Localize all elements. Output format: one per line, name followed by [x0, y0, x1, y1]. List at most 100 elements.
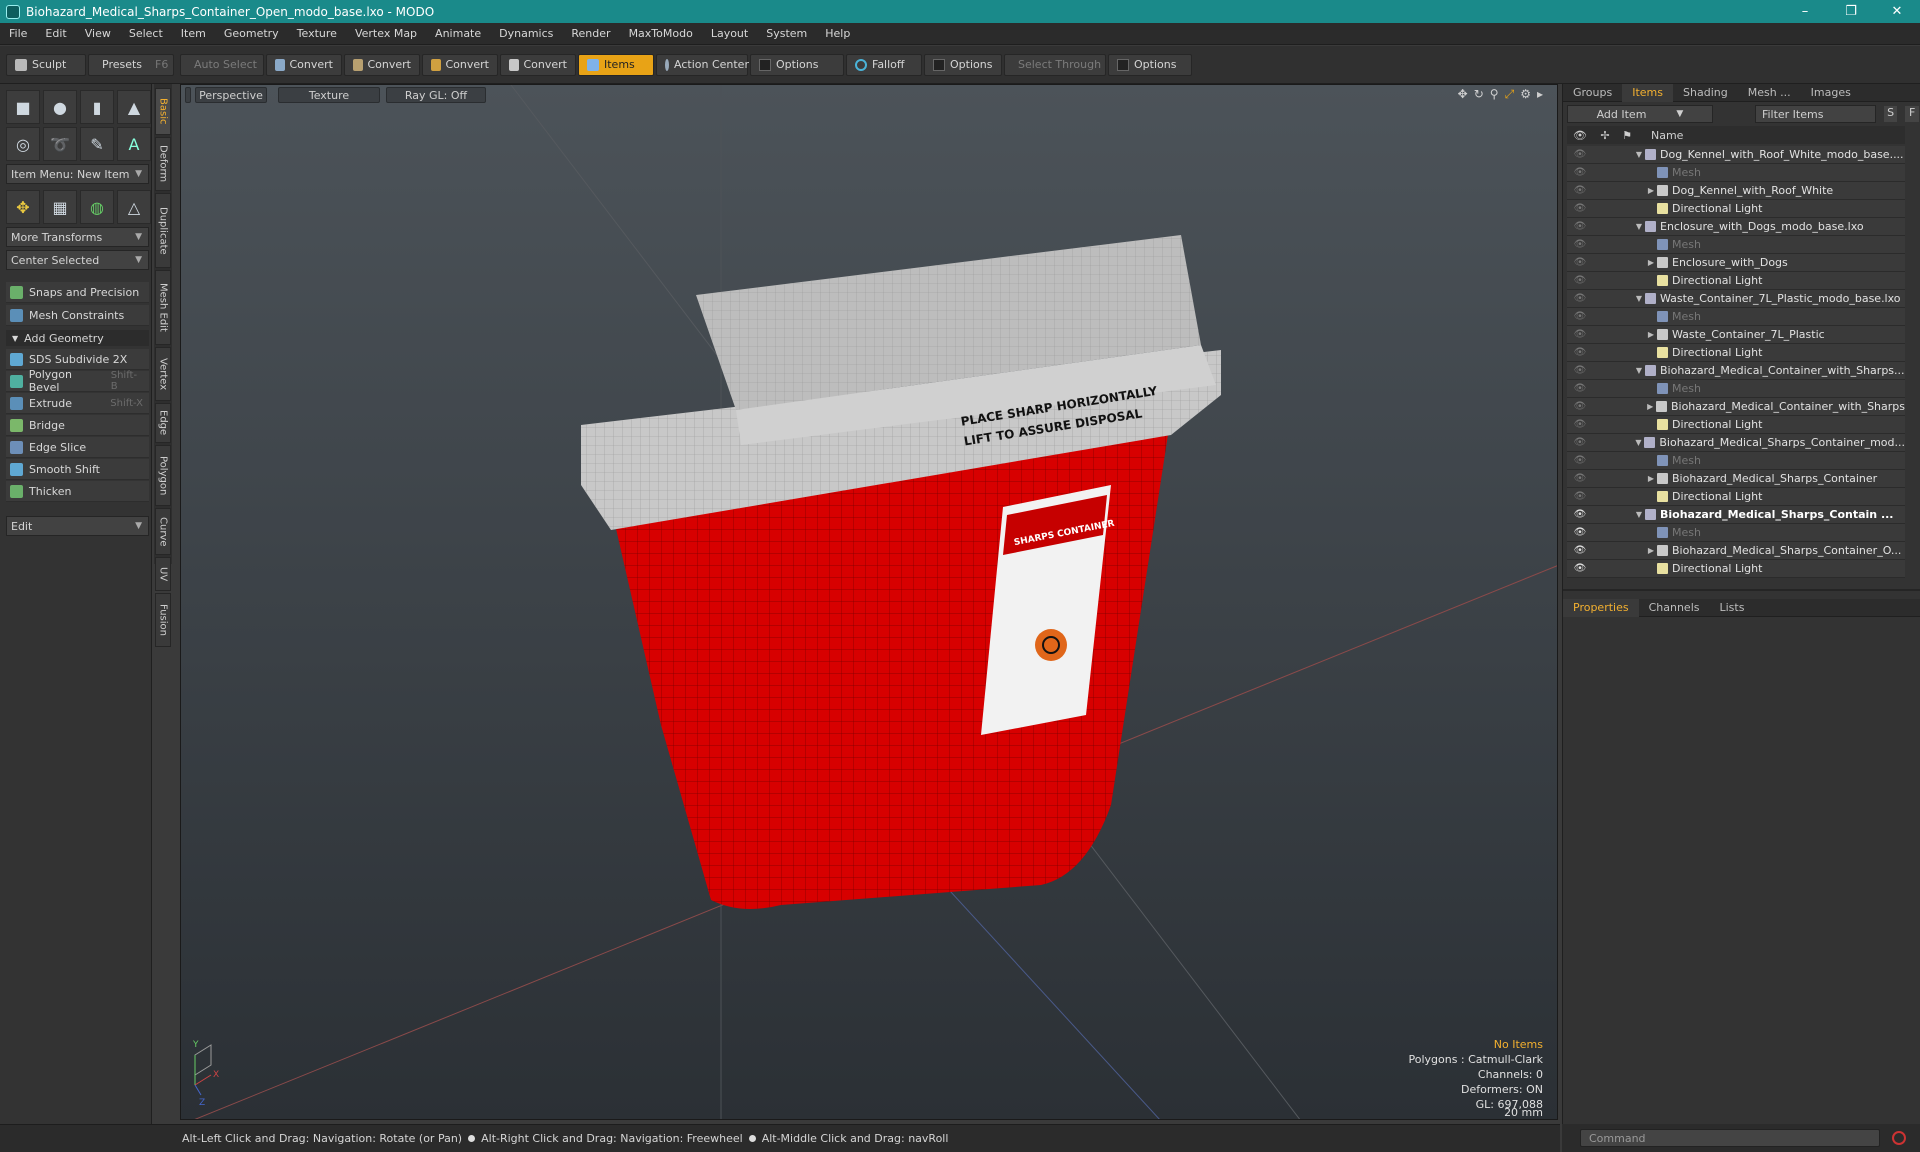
tool-extrude[interactable]: Extrude Shift-X [6, 393, 149, 414]
vtab-edge[interactable]: Edge [155, 403, 171, 443]
item-row[interactable]: 👁 ▶ Biohazard_Medical_Sharps_Container_O..… [1567, 542, 1905, 560]
item-row[interactable]: 👁 Mesh [1567, 308, 1905, 326]
visibility-eye-icon[interactable]: 👁 [1567, 383, 1593, 394]
menu-animate[interactable]: Animate [426, 27, 490, 40]
sculpt-button[interactable]: Sculpt [6, 53, 86, 76]
expand-triangle-icon[interactable]: ▶ [1645, 330, 1657, 339]
item-row[interactable]: 👁 Mesh [1567, 164, 1905, 182]
pyramid-tool-icon[interactable]: △ [117, 190, 151, 224]
item-menu-dropdown[interactable]: Item Menu: New Item ▼ [6, 164, 149, 184]
mesh-constraints-button[interactable]: Mesh Constraints [6, 305, 149, 326]
falloff-button[interactable]: Falloff [846, 53, 922, 76]
tab-groups[interactable]: Groups [1563, 84, 1622, 102]
visibility-eye-icon[interactable]: 👁 [1567, 329, 1593, 340]
menu-file[interactable]: File [0, 27, 36, 40]
tab-images[interactable]: Images [1801, 84, 1861, 102]
tab-mesh-[interactable]: Mesh ... [1738, 84, 1801, 102]
expand-triangle-icon[interactable]: ▼ [1633, 366, 1645, 375]
close-button[interactable]: ✕ [1874, 4, 1920, 19]
visibility-eye-icon[interactable]: 👁 [1567, 167, 1593, 178]
vtab-basic[interactable]: Basic [155, 88, 171, 135]
visibility-eye-icon[interactable]: 👁 [1567, 203, 1593, 214]
text-tool-icon[interactable]: A [117, 127, 151, 161]
item-row[interactable]: 👁 ▼ Biohazard_Medical_Sharps_Container_mod… [1567, 434, 1905, 452]
expand-triangle-icon[interactable]: ▶ [1645, 474, 1657, 483]
visibility-eye-icon[interactable]: 👁 [1567, 491, 1593, 502]
menu-system[interactable]: System [757, 27, 816, 40]
item-row[interactable]: 👁 Mesh [1567, 524, 1905, 542]
uv-grid-tool-icon[interactable]: ▦ [43, 190, 77, 224]
cone-tool-icon[interactable]: ▲ [117, 90, 151, 124]
item-row[interactable]: 👁 Directional Light [1567, 560, 1905, 578]
tool-thicken[interactable]: Thicken [6, 481, 149, 502]
item-row[interactable]: 👁 ▶ Dog_Kennel_with_Roof_White [1567, 182, 1905, 200]
menu-vertex-map[interactable]: Vertex Map [346, 27, 426, 40]
expand-triangle-icon[interactable]: ▼ [1633, 510, 1645, 519]
visibility-eye-icon[interactable]: 👁 [1567, 455, 1593, 466]
item-row[interactable]: 👁 Directional Light [1567, 200, 1905, 218]
convert-button-4[interactable]: Convert [500, 53, 576, 76]
item-row[interactable]: 👁 ▼ Biohazard_Medical_Sharps_Contain ... [1567, 506, 1905, 524]
visibility-eye-icon[interactable]: 👁 [1567, 437, 1593, 448]
item-row[interactable]: 👁 ▼ Biohazard_Medical_Container_with_Sharp… [1567, 362, 1905, 380]
torus-tool-icon[interactable]: ◎ [6, 127, 40, 161]
menu-item[interactable]: Item [172, 27, 215, 40]
expand-triangle-icon[interactable]: ▶ [1645, 546, 1657, 555]
visibility-eye-icon[interactable]: 👁 [1567, 527, 1593, 538]
select-through-button[interactable]: Select Through [1004, 53, 1106, 76]
menu-geometry[interactable]: Geometry [215, 27, 288, 40]
menu-layout[interactable]: Layout [702, 27, 757, 40]
cube-tool-icon[interactable]: ■ [6, 90, 40, 124]
command-input[interactable]: Command [1580, 1129, 1880, 1147]
menu-view[interactable]: View [76, 27, 120, 40]
expand-triangle-icon[interactable]: ▼ [1633, 438, 1645, 447]
visibility-eye-icon[interactable]: 👁 [1567, 185, 1593, 196]
visibility-eye-icon[interactable]: 👁 [1567, 401, 1593, 412]
menu-select[interactable]: Select [120, 27, 172, 40]
menu-edit[interactable]: Edit [36, 27, 75, 40]
convert-button-3[interactable]: Convert [422, 53, 498, 76]
menu-dynamics[interactable]: Dynamics [490, 27, 562, 40]
item-row[interactable]: 👁 Mesh [1567, 452, 1905, 470]
expand-triangle-icon[interactable]: ▶ [1645, 258, 1657, 267]
tab-properties[interactable]: Properties [1563, 598, 1639, 617]
tab-shading[interactable]: Shading [1673, 84, 1738, 102]
f-toggle-button[interactable]: F [1905, 106, 1919, 122]
item-row[interactable]: 👁 ▶ Biohazard_Medical_Sharps_Container [1567, 470, 1905, 488]
visibility-eye-icon[interactable]: 👁 [1567, 239, 1593, 250]
presets-button[interactable]: Presets F6 [88, 53, 174, 76]
vtab-mesh-edit[interactable]: Mesh Edit [155, 270, 171, 345]
convert-button-2[interactable]: Convert [344, 53, 420, 76]
snaps-precision-button[interactable]: Snaps and Precision [6, 282, 149, 303]
tool-bridge[interactable]: Bridge [6, 415, 149, 436]
select-through-options-button[interactable]: Options [1108, 53, 1192, 76]
add-item-dropdown[interactable]: Add Item ▼ [1567, 105, 1713, 123]
tab-lists[interactable]: Lists [1710, 599, 1755, 617]
item-row[interactable]: 👁 ▼ Enclosure_with_Dogs_modo_base.lxo [1567, 218, 1905, 236]
tool-edge-slice[interactable]: Edge Slice [6, 437, 149, 458]
expand-triangle-icon[interactable]: ▼ [1633, 294, 1645, 303]
convert-button-1[interactable]: Convert [266, 53, 342, 76]
visibility-eye-icon[interactable]: 👁 [1567, 149, 1593, 160]
visibility-eye-icon[interactable]: 👁 [1567, 563, 1593, 574]
add-geometry-header[interactable]: ▼ Add Geometry [6, 330, 149, 346]
vtab-duplicate[interactable]: Duplicate [155, 193, 171, 268]
tool-sds-subdivide-2x[interactable]: SDS Subdivide 2X [6, 349, 149, 370]
item-row[interactable]: 👁 ▶ Waste_Container_7L_Plastic [1567, 326, 1905, 344]
vtab-fusion[interactable]: Fusion [155, 593, 171, 647]
expand-triangle-icon[interactable]: ▼ [1633, 222, 1645, 231]
visibility-eye-icon[interactable]: 👁 [1567, 419, 1593, 430]
tool-polygon-bevel[interactable]: Polygon Bevel Shift-B [6, 368, 149, 394]
action-center-options-button[interactable]: Options [750, 53, 844, 76]
transform-tool-icon[interactable]: ✥ [6, 190, 40, 224]
s-toggle-button[interactable]: S [1883, 106, 1898, 122]
visibility-eye-icon[interactable]: 👁 [1567, 221, 1593, 232]
menu-render[interactable]: Render [562, 27, 619, 40]
item-row[interactable]: 👁 Mesh [1567, 236, 1905, 254]
tube-tool-icon[interactable]: ➰ [43, 127, 77, 161]
item-row[interactable]: 👁 Directional Light [1567, 488, 1905, 506]
edit-dropdown[interactable]: Edit ▼ [6, 516, 149, 536]
visibility-eye-icon[interactable]: 👁 [1567, 311, 1593, 322]
item-row[interactable]: 👁 Directional Light [1567, 272, 1905, 290]
menu-help[interactable]: Help [816, 27, 859, 40]
